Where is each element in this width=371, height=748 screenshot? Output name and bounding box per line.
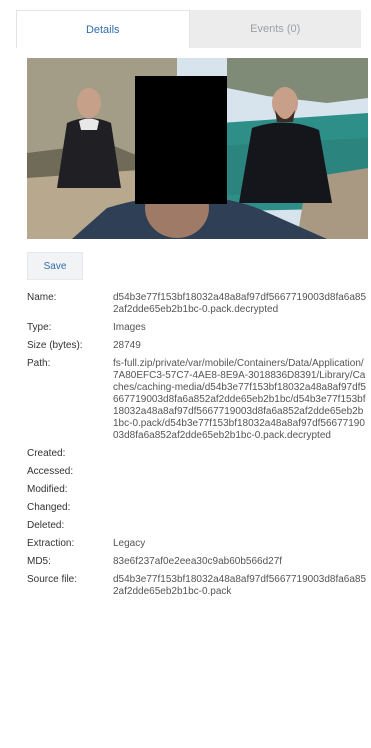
tab-details[interactable]: Details	[16, 10, 190, 48]
prop-value: 28749	[113, 340, 141, 351]
properties-list: Name: d54b3e77f153bf18032a48a8af97df5667…	[27, 292, 367, 604]
prop-row-changed: Changed:	[27, 502, 367, 514]
prop-key: Modified:	[27, 484, 68, 495]
prop-key: Extraction:	[27, 538, 75, 549]
prop-key: Path:	[27, 358, 51, 369]
prop-row-name: Name: d54b3e77f153bf18032a48a8af97df5667…	[27, 292, 367, 316]
prop-value	[113, 520, 367, 532]
prop-row-extraction: Extraction: Legacy	[27, 538, 367, 550]
prop-row-created: Created:	[27, 448, 367, 460]
prop-key: Type:	[27, 322, 52, 333]
photo-illustration	[27, 58, 368, 239]
prop-value	[113, 484, 367, 496]
image-preview	[27, 58, 368, 239]
prop-key: Size (bytes):	[27, 340, 83, 351]
prop-row-path: Path: fs-full.zip/private/var/mobile/Con…	[27, 358, 367, 442]
prop-key: Source file:	[27, 574, 78, 585]
prop-key: MD5:	[27, 556, 51, 567]
prop-key: Deleted:	[27, 520, 65, 531]
prop-value: Legacy	[113, 538, 146, 549]
tab-events[interactable]: Events (0)	[189, 10, 361, 48]
prop-row-size: Size (bytes): 28749	[27, 340, 367, 352]
tab-bar: Details Events (0)	[16, 10, 361, 48]
prop-key: Created:	[27, 448, 66, 459]
prop-value: d54b3e77f153bf18032a48a8af97df5667719003…	[113, 574, 367, 597]
save-button[interactable]: Save	[27, 252, 83, 280]
prop-row-modified: Modified:	[27, 484, 367, 496]
prop-key: Name:	[27, 292, 57, 303]
prop-value: Images	[113, 322, 146, 333]
prop-value: fs-full.zip/private/var/mobile/Container…	[113, 358, 366, 441]
prop-key: Accessed:	[27, 466, 74, 477]
prop-value	[113, 502, 367, 514]
prop-row-md5: MD5: 83e6f237af0e2eea30c9ab60b566d27f	[27, 556, 367, 568]
tab-events-label: Events (0)	[250, 23, 301, 35]
prop-row-source-file: Source file: d54b3e77f153bf18032a48a8af9…	[27, 574, 367, 598]
prop-value	[113, 466, 367, 478]
prop-value	[113, 448, 367, 460]
prop-row-type: Type: Images	[27, 322, 367, 334]
prop-key: Changed:	[27, 502, 71, 513]
tab-details-label: Details	[85, 23, 120, 36]
prop-value: 83e6f237af0e2eea30c9ab60b566d27f	[113, 556, 283, 567]
prop-value: d54b3e77f153bf18032a48a8af97df5667719003…	[113, 292, 367, 315]
prop-row-accessed: Accessed:	[27, 466, 367, 478]
prop-row-deleted: Deleted:	[27, 520, 367, 532]
